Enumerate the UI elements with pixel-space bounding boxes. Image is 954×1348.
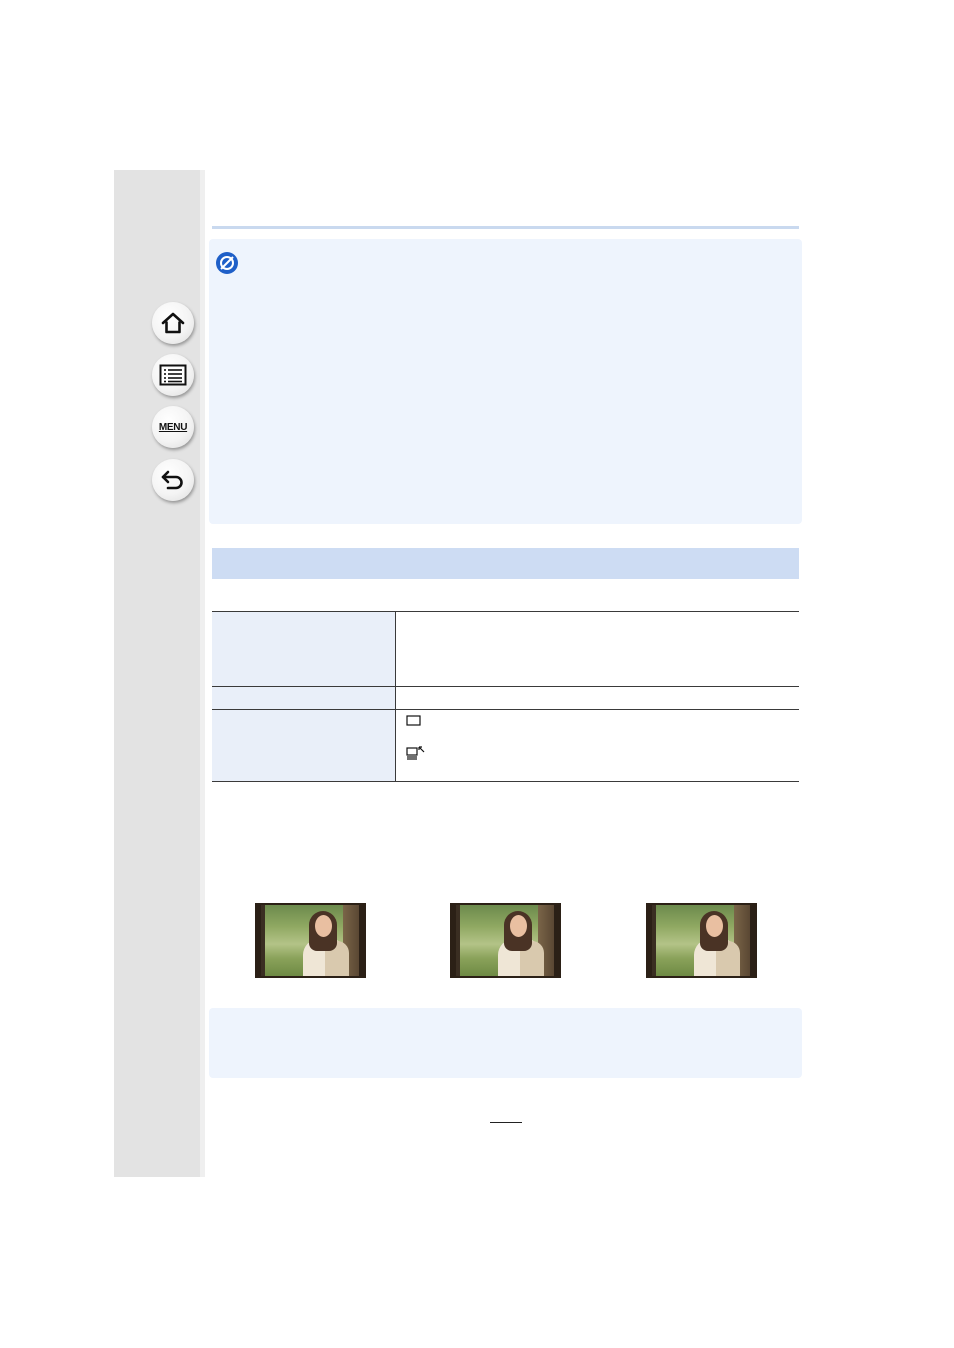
table-value-cell — [396, 612, 800, 687]
example-image-2 — [450, 903, 561, 978]
table-value-cell — [396, 710, 800, 782]
contents-button[interactable] — [152, 354, 194, 396]
header-rule — [212, 226, 799, 229]
settings-table — [212, 611, 799, 782]
table-label-cell — [212, 709, 396, 782]
prohibited-icon — [215, 251, 239, 280]
back-arrow-icon — [160, 469, 186, 491]
burst-mode-icon — [406, 746, 426, 765]
table-label-cell — [212, 611, 396, 687]
table-row — [212, 709, 800, 782]
back-button[interactable] — [152, 459, 194, 501]
table-row — [212, 611, 800, 687]
sidebar-edge — [200, 170, 205, 1177]
example-image-1 — [255, 903, 366, 978]
table-value-cell — [396, 687, 800, 710]
table-label-cell — [212, 686, 396, 710]
menu-button-label: MENU — [158, 421, 188, 433]
single-frame-icon — [406, 714, 422, 732]
table-row — [212, 686, 800, 710]
section-header — [212, 548, 799, 579]
note-box — [209, 239, 802, 524]
bottom-note-box — [209, 1008, 802, 1078]
home-icon — [160, 311, 186, 335]
page-number-underline — [490, 1122, 522, 1123]
menu-button[interactable]: MENU — [152, 406, 194, 448]
list-icon — [159, 364, 187, 386]
example-image-3 — [646, 903, 757, 978]
home-button[interactable] — [152, 302, 194, 344]
